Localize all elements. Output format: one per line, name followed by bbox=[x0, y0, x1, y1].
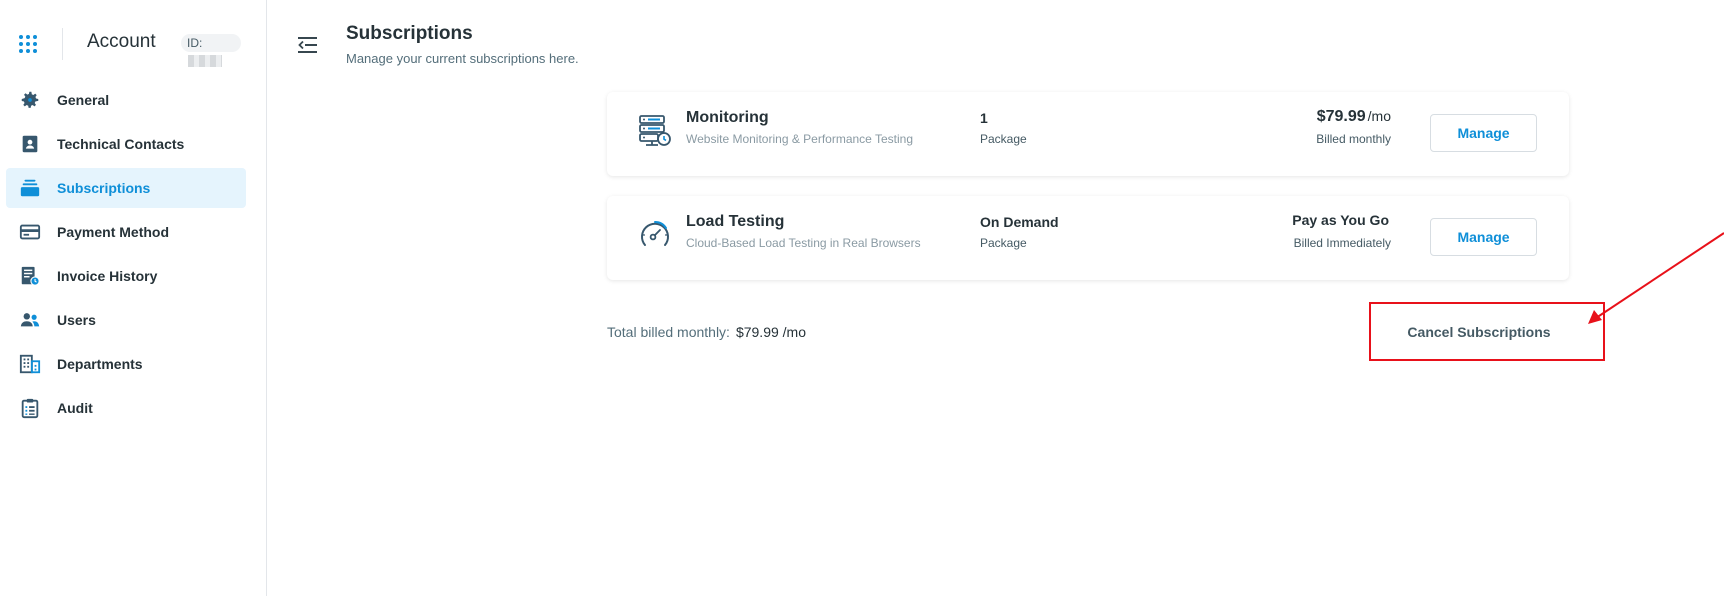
sidebar-item-label: Subscriptions bbox=[57, 180, 151, 196]
apps-grid-icon[interactable] bbox=[19, 35, 37, 53]
account-title: Account bbox=[87, 31, 156, 52]
sidebar-item-subscriptions[interactable]: Subscriptions bbox=[6, 168, 246, 208]
sidebar-item-users[interactable]: Users bbox=[6, 300, 246, 340]
sidebar-item-payment-method[interactable]: Payment Method bbox=[6, 212, 246, 252]
sidebar-nav: General Technical Contacts Subscriptions… bbox=[6, 80, 246, 432]
subscription-card-load-testing: Load Testing Cloud-Based Load Testing in… bbox=[607, 196, 1569, 280]
building-icon bbox=[19, 353, 41, 375]
speedometer-icon bbox=[638, 218, 672, 252]
price-amount: Pay as You Go bbox=[1292, 212, 1389, 228]
gear-icon bbox=[19, 89, 41, 111]
page-title: Subscriptions bbox=[346, 23, 473, 44]
collapse-menu-icon[interactable] bbox=[298, 36, 318, 54]
sidebar-item-label: Technical Contacts bbox=[57, 136, 185, 152]
sidebar-item-label: Audit bbox=[57, 400, 93, 416]
clipboard-icon bbox=[19, 397, 41, 419]
sidebar-item-label: Payment Method bbox=[57, 224, 170, 240]
sidebar-item-label: General bbox=[57, 92, 110, 108]
price-amount: $79.99 bbox=[1316, 108, 1366, 125]
total-billed: Total billed monthly: $79.99 /mo bbox=[607, 324, 806, 340]
layers-icon bbox=[19, 177, 41, 199]
main-content: Subscriptions Manage your current subscr… bbox=[268, 0, 1724, 596]
manage-monitoring-button[interactable]: Manage bbox=[1430, 114, 1537, 152]
sidebar-item-audit[interactable]: Audit bbox=[6, 388, 246, 428]
subscription-price: $79.99/mo bbox=[1317, 108, 1391, 126]
sidebar-item-departments[interactable]: Departments bbox=[6, 344, 246, 384]
subscription-price: Pay as You Go bbox=[1292, 212, 1391, 228]
subscription-billing: Billed Immediately bbox=[1293, 236, 1391, 250]
invoice-clock-icon bbox=[19, 265, 41, 287]
account-id-redacted bbox=[188, 55, 222, 67]
subscription-description: Website Monitoring & Performance Testing bbox=[686, 132, 913, 146]
sidebar-header: Account ID: bbox=[0, 0, 267, 88]
credit-card-icon bbox=[19, 221, 41, 243]
account-id-label: ID: bbox=[187, 36, 203, 50]
subscription-quantity: 1 bbox=[980, 110, 988, 126]
sidebar: Account ID: General Technical Contacts S… bbox=[0, 0, 267, 596]
subscription-name: Monitoring bbox=[686, 109, 769, 126]
sidebar-item-technical-contacts[interactable]: Technical Contacts bbox=[6, 124, 246, 164]
page-subtitle: Manage your current subscriptions here. bbox=[346, 51, 579, 66]
sidebar-item-general[interactable]: General bbox=[6, 80, 246, 120]
subscription-quantity: On Demand bbox=[980, 214, 1059, 230]
manage-load-testing-button[interactable]: Manage bbox=[1430, 218, 1537, 256]
price-unit: /mo bbox=[1367, 108, 1391, 124]
subscription-quantity-label: Package bbox=[980, 132, 1027, 146]
subscription-description: Cloud-Based Load Testing in Real Browser… bbox=[686, 236, 921, 250]
account-id-badge: ID: bbox=[181, 34, 241, 67]
subscription-billing: Billed monthly bbox=[1316, 132, 1391, 146]
sidebar-item-invoice-history[interactable]: Invoice History bbox=[6, 256, 246, 296]
total-label: Total billed monthly: bbox=[607, 324, 730, 340]
sidebar-item-label: Users bbox=[57, 312, 96, 328]
users-icon bbox=[19, 309, 41, 331]
total-amount: $79.99 /mo bbox=[735, 324, 807, 340]
sidebar-item-label: Invoice History bbox=[57, 268, 158, 284]
sidebar-item-label: Departments bbox=[57, 356, 143, 372]
subscription-name: Load Testing bbox=[686, 213, 785, 230]
contact-card-icon bbox=[19, 133, 41, 155]
server-monitor-icon bbox=[638, 114, 672, 148]
header-divider bbox=[62, 28, 63, 60]
subscription-card-monitoring: Monitoring Website Monitoring & Performa… bbox=[607, 92, 1569, 176]
cancel-subscriptions-button[interactable]: Cancel Subscriptions bbox=[1371, 312, 1587, 352]
subscription-quantity-label: Package bbox=[980, 236, 1027, 250]
